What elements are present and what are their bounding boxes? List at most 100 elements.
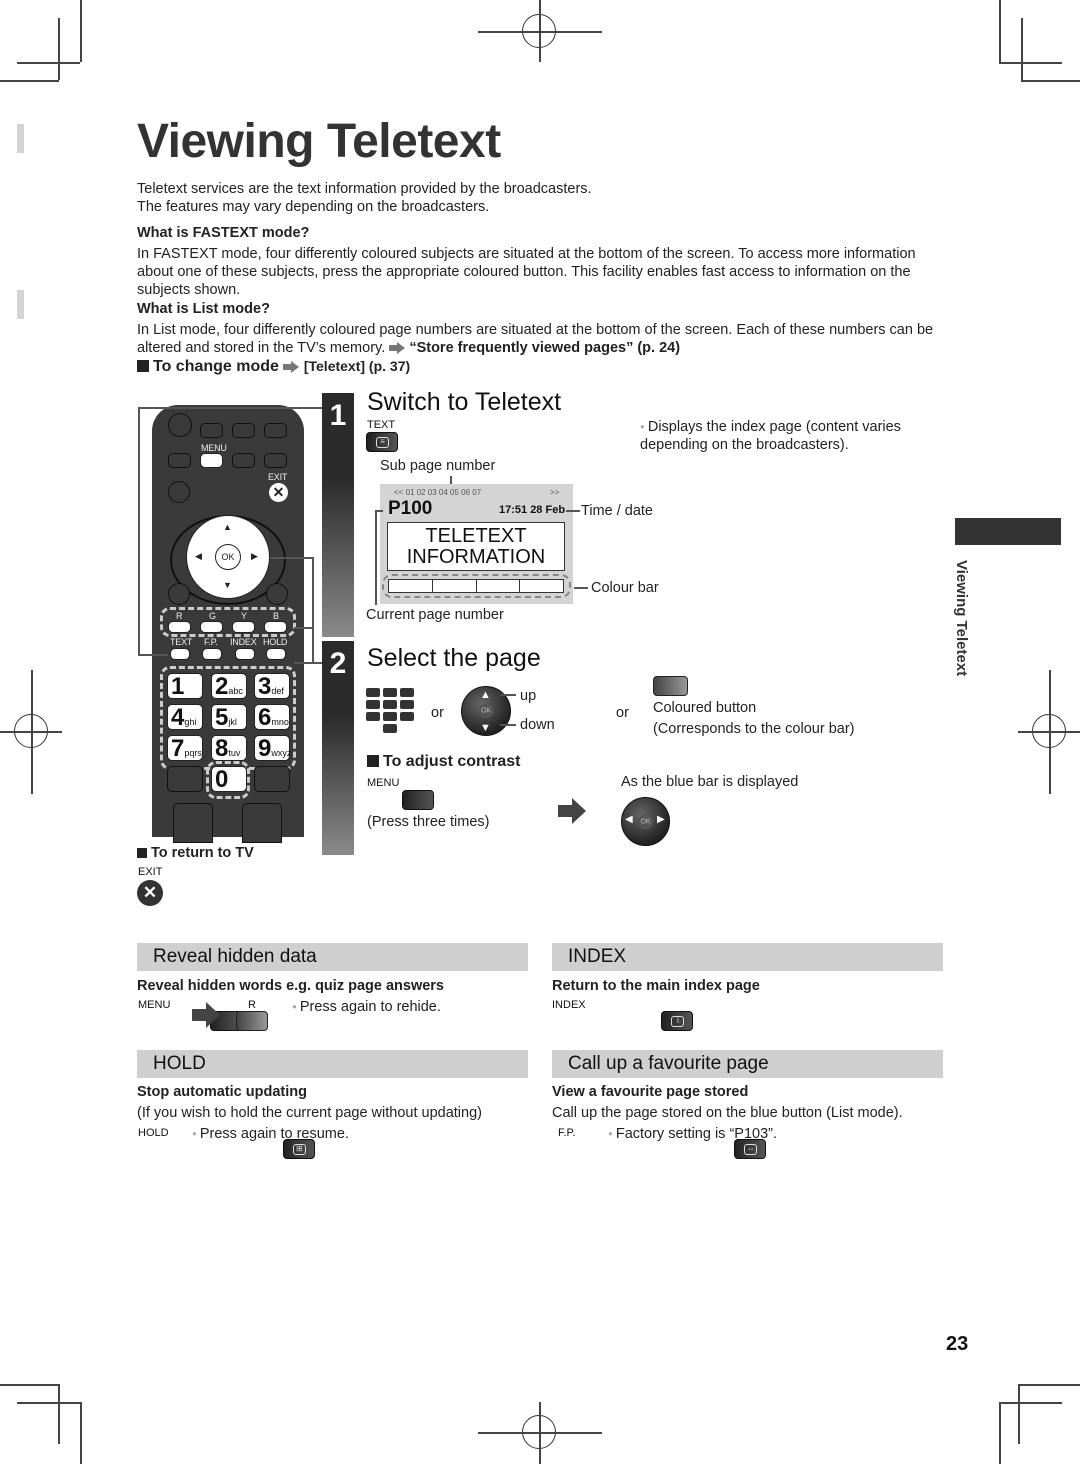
- remote-button[interactable]: [200, 423, 223, 438]
- right-arrow-icon[interactable]: ▶: [657, 814, 665, 825]
- colour-key-label: Y: [241, 611, 247, 621]
- remote-button[interactable]: [266, 583, 288, 605]
- colour-bar-segment: [477, 580, 521, 592]
- exit-label: EXIT: [138, 866, 163, 878]
- dpad[interactable]: ▲ ▼ ◀ ▶ OK: [186, 515, 270, 599]
- exit-label: EXIT: [268, 472, 288, 482]
- menu-label: MENU: [138, 999, 171, 1011]
- intro-line: The features may vary depending on the b…: [137, 199, 490, 215]
- remote-button[interactable]: [264, 423, 287, 438]
- down-arrow-icon[interactable]: ▼: [223, 580, 232, 590]
- side-tab: [955, 518, 1061, 545]
- down-arrow-icon[interactable]: ▼: [480, 722, 491, 734]
- number-keys-icon[interactable]: [366, 688, 418, 736]
- list-mode-heading: What is List mode?: [137, 301, 270, 317]
- right-arrow-icon[interactable]: ▶: [251, 551, 258, 562]
- page-number: 23: [946, 1333, 969, 1355]
- red-button[interactable]: [168, 621, 191, 633]
- square-bullet-icon: [137, 848, 147, 858]
- intro: Teletext services are the text informati…: [137, 180, 937, 216]
- num-key-0[interactable]: 0: [211, 766, 247, 793]
- index-icon: i: [671, 1016, 685, 1027]
- page-title: Viewing Teletext: [137, 115, 501, 168]
- ok-button[interactable]: OK: [478, 703, 494, 719]
- favourite-sub: View a favourite page stored: [552, 1084, 749, 1100]
- step-1-bar: 1: [322, 393, 354, 637]
- fp-label: F.P.: [558, 1127, 576, 1139]
- remote-button[interactable]: [264, 453, 287, 468]
- up-arrow-icon[interactable]: ▲: [480, 689, 491, 701]
- hold-button[interactable]: [266, 648, 286, 660]
- callout-line: [138, 407, 140, 655]
- up-label: up: [520, 688, 537, 704]
- side-marker: [17, 290, 24, 319]
- text-button[interactable]: ≡: [366, 432, 398, 452]
- remote-button[interactable]: [167, 766, 203, 792]
- crop-mark: [1049, 670, 1051, 794]
- func-key-label: TEXT: [170, 637, 193, 647]
- yellow-button[interactable]: [232, 621, 255, 633]
- side-marker: [17, 124, 24, 153]
- ok-button[interactable]: OK: [638, 814, 653, 829]
- num-key-3[interactable]: 3def: [254, 673, 290, 700]
- dpad-left-right[interactable]: ◀ ▶ OK: [621, 797, 670, 846]
- remote-button[interactable]: [232, 453, 255, 468]
- index-button[interactable]: i: [661, 1011, 694, 1031]
- hold-body: (If you wish to hold the current page wi…: [137, 1105, 482, 1121]
- callout-line: [270, 557, 313, 559]
- remote-button[interactable]: [254, 766, 290, 792]
- side-tab-label: Viewing Teletext: [953, 560, 970, 677]
- remote-button[interactable]: [168, 583, 190, 605]
- ok-button[interactable]: OK: [215, 544, 241, 570]
- remote-button[interactable]: [168, 413, 192, 437]
- next-sub-page: >>: [550, 488, 560, 497]
- arrow-right-icon: [389, 342, 406, 355]
- hold-icon: ⊞: [292, 1144, 306, 1155]
- num-key-7[interactable]: 7pqrs: [167, 735, 203, 762]
- callout-line: [500, 724, 516, 726]
- coloured-button-note: (Corresponds to the colour bar): [653, 721, 855, 737]
- arrow-right-icon: [192, 1002, 222, 1028]
- text-button[interactable]: [170, 648, 190, 660]
- left-arrow-icon[interactable]: ◀: [195, 551, 202, 562]
- num-key-1[interactable]: 1: [167, 673, 203, 700]
- num-key-2[interactable]: 2abc: [211, 673, 247, 700]
- callout-line: [566, 510, 580, 512]
- fastext-body: In FASTEXT mode, four differently colour…: [137, 246, 916, 298]
- menu-button[interactable]: [402, 790, 435, 810]
- callout-line: [138, 407, 322, 409]
- num-key-6[interactable]: 6mno: [254, 704, 290, 731]
- remote-button[interactable]: [232, 423, 255, 438]
- coloured-button[interactable]: [653, 676, 688, 696]
- crop-mark: [80, 0, 82, 62]
- arrow-right-icon: [283, 360, 300, 373]
- left-arrow-icon[interactable]: ◀: [625, 814, 633, 825]
- remote-button[interactable]: [173, 803, 213, 843]
- num-key-4[interactable]: 4ghi: [167, 704, 203, 731]
- num-key-8[interactable]: 8tuv: [211, 735, 247, 762]
- num-key-9[interactable]: 9wxyz: [254, 735, 291, 762]
- fp-button[interactable]: [202, 648, 222, 660]
- remote-button[interactable]: [168, 481, 190, 503]
- exit-button[interactable]: ✕: [137, 880, 163, 906]
- remote-button[interactable]: [168, 453, 191, 468]
- index-button[interactable]: [235, 648, 255, 660]
- square-bullet-icon: [137, 360, 149, 372]
- crop-mark: [58, 18, 60, 80]
- store-pages-link[interactable]: “Store frequently viewed pages” (p. 24): [409, 340, 680, 356]
- up-arrow-icon[interactable]: ▲: [223, 522, 232, 532]
- remote-button[interactable]: [242, 803, 282, 843]
- green-button[interactable]: [200, 621, 223, 633]
- contrast-heading-label: To adjust contrast: [383, 753, 521, 770]
- index-label: INDEX: [552, 999, 586, 1011]
- red-button[interactable]: [236, 1011, 268, 1031]
- menu-button[interactable]: [200, 453, 223, 468]
- favourite-note: Factory setting is “P103”.: [608, 1125, 777, 1143]
- num-key-5[interactable]: 5jkl: [211, 704, 247, 731]
- press-three-times: (Press three times): [367, 814, 490, 830]
- crop-mark: [1021, 80, 1080, 82]
- func-key-label: INDEX: [230, 637, 257, 647]
- blue-button[interactable]: [264, 621, 287, 633]
- teletext-settings-link[interactable]: [Teletext] (p. 37): [304, 358, 410, 374]
- exit-button[interactable]: ✕: [269, 483, 288, 502]
